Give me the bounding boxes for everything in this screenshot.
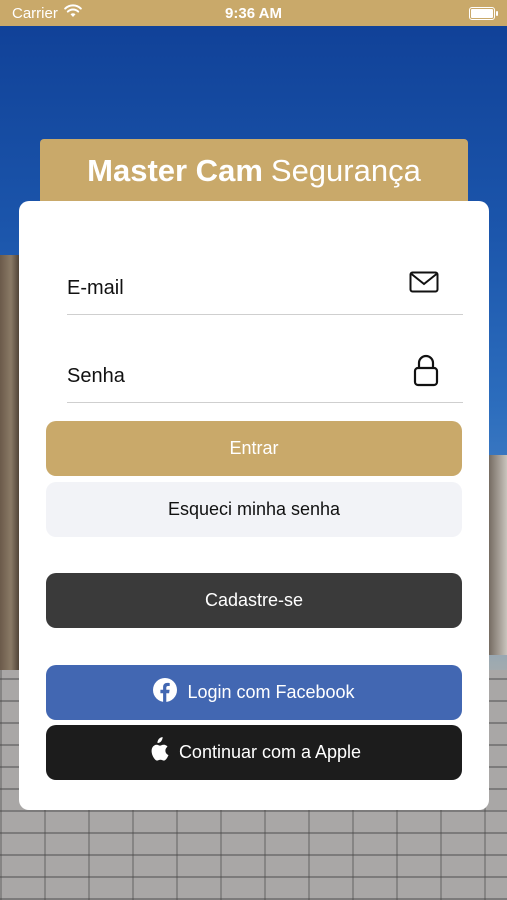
facebook-login-label: Login com Facebook (187, 682, 355, 702)
status-bar: Carrier 9:36 AM (0, 0, 507, 26)
email-input[interactable] (67, 261, 397, 315)
app-title-regular: Segurança (270, 153, 421, 188)
apple-login-button[interactable]: Continuar com a Apple (46, 725, 462, 780)
password-input[interactable] (67, 349, 397, 403)
forgot-password-label: Esqueci minha senha (167, 499, 341, 519)
password-field (67, 349, 463, 403)
login-button[interactable]: Entrar (46, 421, 462, 476)
forgot-password-button[interactable]: Esqueci minha senha (46, 482, 462, 537)
login-card: Entrar Esqueci minha senha Cadastre-se L… (19, 201, 489, 810)
facebook-login-button[interactable]: Login com Facebook (46, 665, 462, 720)
background-building-right (487, 455, 507, 655)
status-left: Carrier (12, 4, 82, 22)
battery-icon (469, 6, 498, 20)
signup-button-label: Cadastre-se (204, 590, 304, 610)
signup-button[interactable]: Cadastre-se (46, 573, 462, 628)
apple-login-label: Continuar com a Apple (178, 742, 362, 762)
login-button-label: Entrar (229, 438, 279, 458)
app-title-banner: Master Cam Segurança (40, 139, 468, 209)
status-time: 9:36 AM (225, 4, 282, 22)
apple-icon (147, 737, 169, 768)
app-title-bold: Master Cam (87, 153, 263, 188)
wifi-icon (64, 4, 82, 22)
lock-icon (413, 353, 439, 392)
carrier-label: Carrier (12, 4, 58, 22)
facebook-icon (153, 678, 178, 707)
email-field (67, 261, 463, 315)
envelope-icon (409, 271, 439, 298)
